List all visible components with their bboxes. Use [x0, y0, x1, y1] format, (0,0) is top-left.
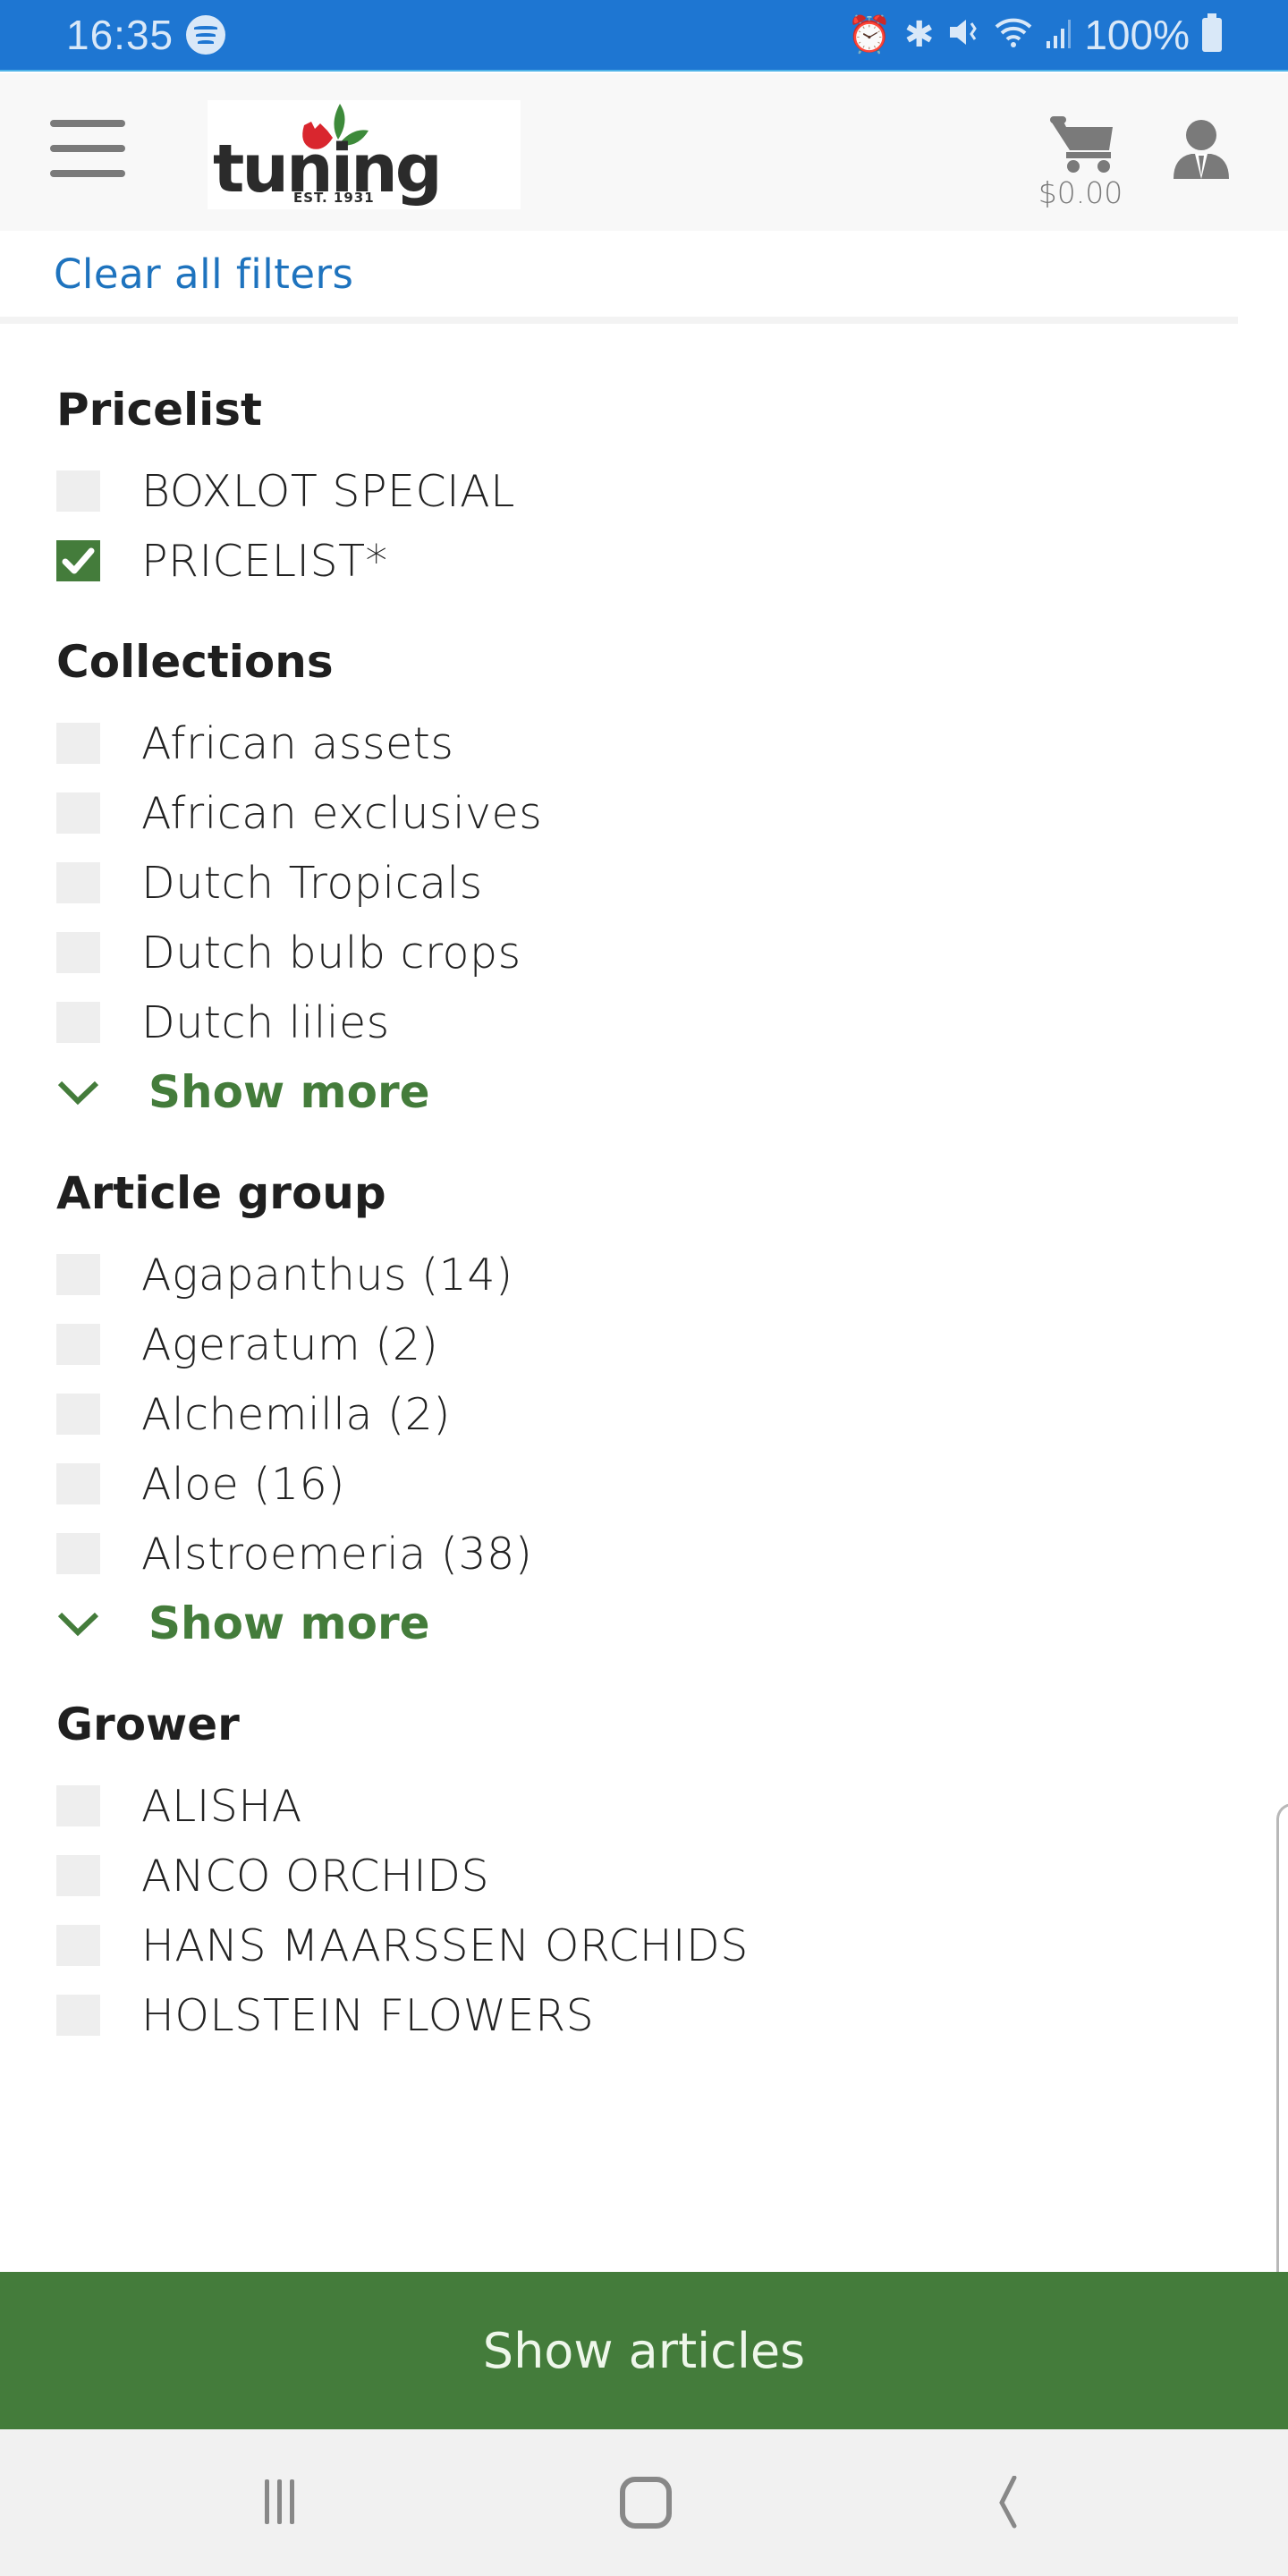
status-time: 16:35: [66, 12, 174, 58]
checkbox[interactable]: [56, 1925, 100, 1966]
group-title: Pricelist: [56, 384, 262, 436]
filter-option[interactable]: Alstroemeria (38): [56, 1519, 1288, 1589]
home-button[interactable]: [610, 2476, 682, 2529]
cart-button[interactable]: $0.00: [1027, 114, 1134, 213]
option-label: ALISHA: [141, 1780, 302, 1832]
back-button[interactable]: [975, 2475, 1046, 2529]
group-title: Article group: [56, 1167, 386, 1219]
alarm-icon: ⏰: [847, 14, 892, 55]
show-more-label: Show more: [148, 1597, 430, 1649]
recent-apps-button[interactable]: [250, 2476, 322, 2529]
filter-option[interactable]: HOLSTEIN FLOWERS: [56, 1980, 1288, 2050]
checkbox[interactable]: [56, 1533, 100, 1574]
checkbox[interactable]: [56, 1324, 100, 1365]
option-label: HOLSTEIN FLOWERS: [141, 1989, 595, 2041]
cart-icon: [1050, 116, 1113, 173]
filter-option[interactable]: ANCO ORCHIDS: [56, 1841, 1288, 1911]
chevron-down-icon: [57, 1080, 99, 1106]
group-title: Grower: [56, 1699, 240, 1750]
option-label: Dutch bulb crops: [141, 927, 521, 979]
checkbox[interactable]: [56, 1254, 100, 1295]
checkbox[interactable]: [56, 1995, 100, 2036]
option-label: ANCO ORCHIDS: [141, 1850, 490, 1902]
wifi-icon: [995, 14, 1032, 56]
back-icon: [999, 2475, 1017, 2529]
filter-option[interactable]: African exclusives: [56, 778, 1288, 848]
android-nav-bar: [0, 2429, 1288, 2576]
group-title: Collections: [56, 636, 334, 688]
option-label: Aloe (16): [141, 1458, 345, 1510]
edge-panel-handle[interactable]: [1276, 1803, 1288, 2304]
checkbox[interactable]: [56, 862, 100, 903]
option-label: Agapanthus (14): [141, 1249, 513, 1301]
logo-tagline: EST. 1931: [293, 190, 375, 206]
filter-group-collections: Collections African assets African exclu…: [56, 628, 1288, 1159]
chevron-down-icon: [57, 1612, 99, 1637]
bluetooth-icon: ✱: [903, 14, 935, 55]
filter-option[interactable]: PRICELIST*: [56, 526, 1288, 596]
filter-group-pricelist: Pricelist BOXLOT SPECIAL PRICELIST*: [56, 376, 1288, 628]
recent-apps-icon: [265, 2479, 294, 2524]
filter-option[interactable]: Ageratum (2): [56, 1309, 1288, 1379]
filter-option[interactable]: HANS MAARSSEN ORCHIDS: [56, 1911, 1288, 1980]
option-label: PRICELIST*: [141, 535, 388, 587]
filter-option[interactable]: ALISHA: [56, 1771, 1288, 1841]
checkbox[interactable]: [56, 1002, 100, 1043]
option-label: Dutch lilies: [141, 996, 390, 1048]
logo[interactable]: tuning EST. 1931: [208, 100, 521, 209]
checkbox[interactable]: [56, 1785, 100, 1826]
spotify-icon: [186, 15, 226, 55]
clear-all-filters-link[interactable]: Clear all filters: [54, 250, 354, 298]
checkbox-checked[interactable]: [56, 540, 100, 581]
option-label: Alstroemeria (38): [141, 1528, 533, 1580]
checkbox[interactable]: [56, 792, 100, 834]
filter-group-article-group: Article group Agapanthus (14) Ageratum (…: [56, 1159, 1288, 1690]
show-more-button[interactable]: Show more: [56, 1589, 1288, 1658]
home-icon: [620, 2477, 672, 2529]
option-label: African assets: [141, 717, 454, 769]
filter-option[interactable]: Dutch Tropicals: [56, 848, 1288, 918]
option-label: Dutch Tropicals: [141, 857, 483, 909]
checkbox[interactable]: [56, 932, 100, 973]
battery-percentage: 100%: [1084, 12, 1190, 58]
account-button[interactable]: [1172, 120, 1231, 182]
filter-option[interactable]: African assets: [56, 708, 1288, 778]
filter-option[interactable]: BOXLOT SPECIAL: [56, 456, 1288, 526]
checkbox[interactable]: [56, 1394, 100, 1435]
hamburger-icon[interactable]: [50, 120, 125, 177]
option-label: Alchemilla (2): [141, 1388, 451, 1440]
clear-filters-bar: Clear all filters: [0, 231, 1238, 324]
show-more-label: Show more: [148, 1066, 430, 1118]
filter-panel: Pricelist BOXLOT SPECIAL PRICELIST* Coll…: [0, 376, 1288, 2050]
status-bar: 16:35 ⏰ ✱ 100%: [0, 0, 1288, 72]
app-header: tuning EST. 1931 $0.00: [0, 73, 1288, 231]
filter-option[interactable]: Alchemilla (2): [56, 1379, 1288, 1449]
user-icon: [1174, 120, 1229, 179]
show-more-button[interactable]: Show more: [56, 1057, 1288, 1127]
filter-option[interactable]: Aloe (16): [56, 1449, 1288, 1519]
filter-option[interactable]: Dutch bulb crops: [56, 918, 1288, 987]
checkbox[interactable]: [56, 470, 100, 512]
cart-total: $0.00: [1038, 175, 1123, 210]
filter-option[interactable]: Dutch lilies: [56, 987, 1288, 1057]
option-label: HANS MAARSSEN ORCHIDS: [141, 1919, 749, 1971]
option-label: BOXLOT SPECIAL: [141, 465, 515, 517]
option-label: Ageratum (2): [141, 1318, 439, 1370]
checkbox[interactable]: [56, 1855, 100, 1896]
battery-icon: [1202, 13, 1222, 52]
mute-icon: [946, 14, 982, 56]
signal-icon: [1045, 14, 1072, 56]
option-label: African exclusives: [141, 787, 543, 839]
show-articles-button[interactable]: Show articles: [0, 2272, 1288, 2429]
checkbox[interactable]: [56, 1463, 100, 1504]
checkmark-icon: [62, 547, 95, 574]
filter-group-grower: Grower ALISHA ANCO ORCHIDS HANS MAARSSEN…: [56, 1690, 1288, 2050]
filter-option[interactable]: Agapanthus (14): [56, 1240, 1288, 1309]
checkbox[interactable]: [56, 723, 100, 764]
